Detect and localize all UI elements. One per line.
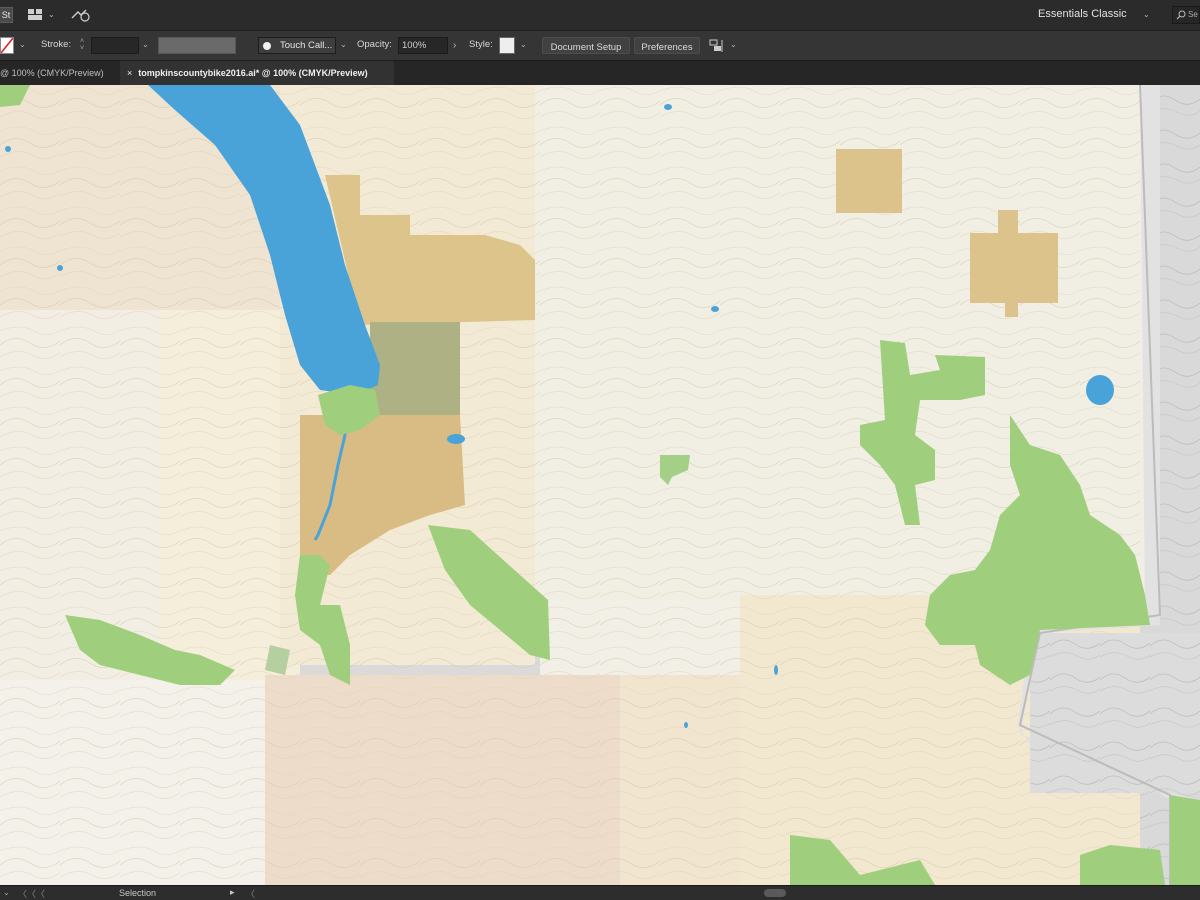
workspace-switcher[interactable]: Essentials Classic <box>1038 8 1127 20</box>
document-tab-inactive[interactable]: @ 100% (CMYK/Preview) <box>0 61 118 85</box>
pond <box>684 722 688 728</box>
variable-width-profile[interactable] <box>158 37 236 54</box>
stroke-weight-input[interactable] <box>91 37 139 54</box>
menu-bar: St ⌄ Essentials Classic ⌄ Se <box>0 0 1200 31</box>
olive-parcel <box>370 322 460 415</box>
pond <box>774 665 778 675</box>
chevron-right-icon[interactable]: ▸ <box>230 887 235 898</box>
artboard-canvas[interactable] <box>0 85 1200 885</box>
document-tab-active[interactable]: × tompkinscountybike2016.ai* @ 100% (CMYK… <box>120 61 394 85</box>
county-map-artwork[interactable] <box>0 85 1200 885</box>
pond <box>5 146 11 152</box>
stroke-weight-stepper[interactable]: ˄ ˅ <box>80 38 88 54</box>
brush-definition[interactable]: Touch Call... <box>258 37 336 54</box>
preferences-button[interactable]: Preferences <box>634 37 700 54</box>
stroke-label: Stroke: <box>41 39 72 50</box>
pond <box>57 265 63 271</box>
opacity-label: Opacity: <box>357 39 392 50</box>
forest <box>1170 795 1200 885</box>
search-text: Se <box>1188 10 1198 19</box>
chevron-down-icon[interactable]: ⌄ <box>340 40 347 49</box>
app-badge[interactable]: St <box>0 7 13 23</box>
forest <box>1080 845 1165 885</box>
chevron-down-icon[interactable]: ⌄ <box>3 888 10 897</box>
chevron-down-icon[interactable]: ⌄ <box>520 40 527 49</box>
tan-parcel <box>836 149 902 213</box>
search-field[interactable]: Se <box>1172 6 1200 24</box>
first-artboard-icon[interactable]: 〈〈 <box>18 887 36 900</box>
pond <box>1086 375 1114 405</box>
chevron-down-icon[interactable]: ⌄ <box>48 10 55 19</box>
chevron-down-icon[interactable]: ⌄ <box>1143 10 1150 19</box>
document-setup-button[interactable]: Document Setup <box>542 37 630 54</box>
document-tab-bar: @ 100% (CMYK/Preview) × tompkinscountybik… <box>0 61 1200 85</box>
brush-name: Touch Call... <box>280 40 333 51</box>
chevron-down-icon[interactable]: ⌄ <box>730 40 737 49</box>
opacity-input[interactable]: 100% <box>398 37 448 54</box>
arrange-documents-icon[interactable] <box>28 9 42 20</box>
search-icon <box>1176 10 1186 20</box>
tab-label: tompkinscountybike2016.ai* @ 100% (CMYK/… <box>138 68 368 78</box>
arrange-icon[interactable] <box>709 39 725 53</box>
chevron-down-icon[interactable]: ⌄ <box>19 40 26 49</box>
chevron-down-icon[interactable]: ⌄ <box>142 40 149 49</box>
pond <box>447 434 465 444</box>
previous-artboard-icon[interactable]: 〈 <box>36 887 45 900</box>
control-bar: ⌄ Stroke: ˄ ˅ ⌄ Touch Call... ⌄ Opacity: … <box>0 31 1200 61</box>
brush-dot-icon <box>263 42 271 50</box>
scroll-left-icon[interactable]: 〈 <box>246 887 255 900</box>
close-icon[interactable]: × <box>127 68 132 78</box>
current-tool-label[interactable]: Selection <box>119 888 156 898</box>
tab-label: @ 100% (CMYK/Preview) <box>0 68 104 78</box>
horizontal-scrollbar-thumb[interactable] <box>764 889 786 897</box>
stroke-color-icon[interactable] <box>0 37 14 54</box>
pond <box>664 104 672 110</box>
graphic-style-swatch[interactable] <box>499 37 515 54</box>
status-bar: ⌄ 〈〈 〈 Selection ▸ 〈 <box>0 885 1200 900</box>
style-label: Style: <box>469 39 493 50</box>
gpu-performance-icon[interactable] <box>70 8 92 22</box>
pond <box>711 306 719 312</box>
chevron-right-icon[interactable]: › <box>453 40 456 51</box>
